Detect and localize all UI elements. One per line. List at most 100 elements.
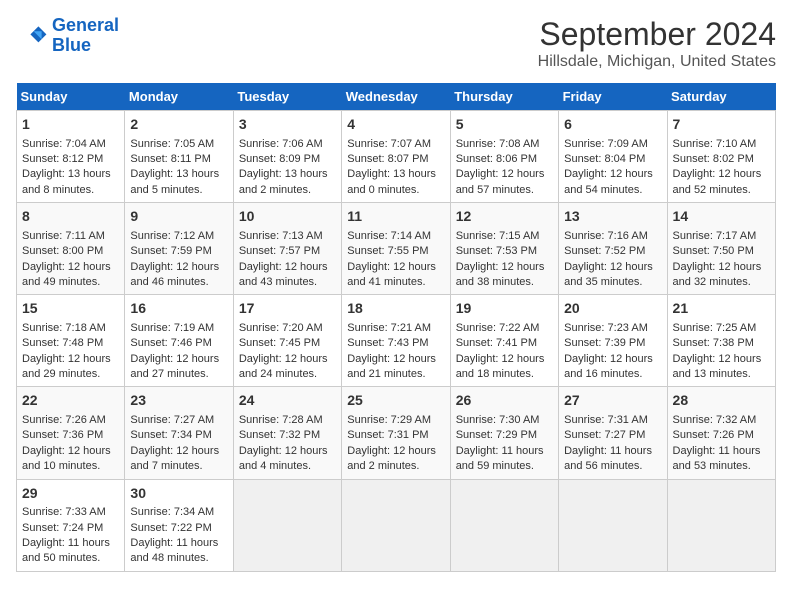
day-info-line: Sunset: 7:41 PM bbox=[456, 336, 553, 351]
calendar-cell bbox=[559, 479, 667, 571]
day-info-line: and 49 minutes. bbox=[22, 275, 119, 290]
day-info-line: Daylight: 11 hours bbox=[456, 444, 553, 459]
day-info-line: Daylight: 12 hours bbox=[564, 167, 661, 182]
calendar-cell: 3Sunrise: 7:06 AMSunset: 8:09 PMDaylight… bbox=[233, 111, 341, 203]
day-number: 2 bbox=[130, 115, 227, 135]
day-info-line: Daylight: 12 hours bbox=[130, 260, 227, 275]
day-number: 28 bbox=[673, 391, 770, 411]
day-info-line: Daylight: 12 hours bbox=[456, 352, 553, 367]
calendar-cell: 19 Sunrise: 7:22 AMSunset: 7:41 PMDayligh… bbox=[450, 295, 558, 387]
day-info-line: Sunrise: 7:29 AM bbox=[347, 413, 444, 428]
day-number: 12 bbox=[456, 207, 553, 227]
day-info-line: Daylight: 12 hours bbox=[130, 352, 227, 367]
day-number: 6 bbox=[564, 115, 661, 135]
day-number: 19 bbox=[456, 299, 553, 319]
day-info-line: Daylight: 11 hours bbox=[130, 536, 227, 551]
day-info-line: Sunrise: 7:26 AM bbox=[22, 413, 119, 428]
calendar-cell bbox=[342, 479, 450, 571]
day-info-line: Daylight: 12 hours bbox=[456, 260, 553, 275]
day-info-line: Sunset: 7:29 PM bbox=[456, 428, 553, 443]
day-info-line: Daylight: 12 hours bbox=[22, 444, 119, 459]
day-info-line: and 41 minutes. bbox=[347, 275, 444, 290]
day-info-line: Sunset: 8:11 PM bbox=[130, 152, 227, 167]
day-info-line: Sunrise: 7:30 AM bbox=[456, 413, 553, 428]
day-number: 7 bbox=[673, 115, 770, 135]
calendar-cell: 2Sunrise: 7:05 AMSunset: 8:11 PMDaylight… bbox=[125, 111, 233, 203]
day-info-line: and 32 minutes. bbox=[673, 275, 770, 290]
day-info-line: Sunset: 7:53 PM bbox=[456, 244, 553, 259]
calendar-week-row: 22Sunrise: 7:26 AMSunset: 7:36 PMDayligh… bbox=[17, 387, 776, 479]
day-info-line: Sunset: 7:46 PM bbox=[130, 336, 227, 351]
day-info-line: and 29 minutes. bbox=[22, 367, 119, 382]
day-info-line: Sunset: 7:31 PM bbox=[347, 428, 444, 443]
day-info-line: Sunset: 7:34 PM bbox=[130, 428, 227, 443]
day-info-line: Sunrise: 7:09 AM bbox=[564, 137, 661, 152]
day-info-line: Sunrise: 7:14 AM bbox=[347, 229, 444, 244]
logo: General Blue bbox=[16, 16, 119, 56]
day-number: 5 bbox=[456, 115, 553, 135]
day-info-line: Sunrise: 7:23 AM bbox=[564, 321, 661, 336]
day-number: 1 bbox=[22, 115, 119, 135]
day-info-line: and 46 minutes. bbox=[130, 275, 227, 290]
day-number: 4 bbox=[347, 115, 444, 135]
day-info-line: Sunrise: 7:34 AM bbox=[130, 505, 227, 520]
day-info-line: and 0 minutes. bbox=[347, 183, 444, 198]
calendar-week-row: 1 Sunrise: 7:04 AMSunset: 8:12 PM Daylight… bbox=[17, 111, 776, 203]
header: General Blue September 2024 Hillsdale, M… bbox=[16, 16, 776, 71]
day-info-line: and 8 minutes. bbox=[22, 183, 119, 198]
day-info-line: Sunrise: 7:10 AM bbox=[673, 137, 770, 152]
day-info-line: Daylight: 12 hours bbox=[239, 444, 336, 459]
day-info-line: Sunrise: 7:15 AM bbox=[456, 229, 553, 244]
calendar-cell: 27Sunrise: 7:31 AMSunset: 7:27 PMDayligh… bbox=[559, 387, 667, 479]
day-header-sunday: Sunday bbox=[17, 83, 125, 111]
day-info-line: and 50 minutes. bbox=[22, 551, 119, 566]
calendar-cell: 16Sunrise: 7:19 AMSunset: 7:46 PMDayligh… bbox=[125, 295, 233, 387]
day-info-line: Daylight: 12 hours bbox=[347, 444, 444, 459]
calendar-cell: 10Sunrise: 7:13 AMSunset: 7:57 PMDayligh… bbox=[233, 203, 341, 295]
calendar-week-row: 8Sunrise: 7:11 AMSunset: 8:00 PMDaylight… bbox=[17, 203, 776, 295]
day-info-line: Sunset: 7:57 PM bbox=[239, 244, 336, 259]
day-number: 11 bbox=[347, 207, 444, 227]
day-info-line: Sunrise: 7:20 AM bbox=[239, 321, 336, 336]
calendar-week-row: 15Sunrise: 7:18 AMSunset: 7:48 PMDayligh… bbox=[17, 295, 776, 387]
day-number: 14 bbox=[673, 207, 770, 227]
day-info-line: Daylight: 12 hours bbox=[673, 167, 770, 182]
calendar-cell: 25Sunrise: 7:29 AMSunset: 7:31 PMDayligh… bbox=[342, 387, 450, 479]
day-info-line: Sunset: 7:52 PM bbox=[564, 244, 661, 259]
day-info-line: Sunset: 7:36 PM bbox=[22, 428, 119, 443]
day-number: 21 bbox=[673, 299, 770, 319]
day-info-line: Sunrise: 7:08 AM bbox=[456, 137, 553, 152]
day-info-line: and 54 minutes. bbox=[564, 183, 661, 198]
day-info-line: Sunset: 8:12 PM bbox=[22, 152, 119, 167]
day-info-line: Sunrise: 7:16 AM bbox=[564, 229, 661, 244]
calendar-cell: 4Sunrise: 7:07 AMSunset: 8:07 PMDaylight… bbox=[342, 111, 450, 203]
calendar-cell: 1Sunrise: 7:04 AMSunset: 8:12 PMDaylight… bbox=[17, 111, 125, 203]
day-number: 27 bbox=[564, 391, 661, 411]
day-info-line: Sunrise: 7:31 AM bbox=[564, 413, 661, 428]
day-info-line: Sunset: 7:32 PM bbox=[239, 428, 336, 443]
day-info-line: Daylight: 12 hours bbox=[347, 260, 444, 275]
day-number: 9 bbox=[130, 207, 227, 227]
calendar-header-row: SundayMondayTuesdayWednesdayThursdayFrid… bbox=[17, 83, 776, 111]
day-info-line: Sunrise: 7:04 AM bbox=[22, 137, 119, 152]
day-number: 29 bbox=[22, 484, 119, 504]
day-info-line: and 4 minutes. bbox=[239, 459, 336, 474]
day-info-line: Sunrise: 7:28 AM bbox=[239, 413, 336, 428]
calendar-cell: 28Sunrise: 7:32 AMSunset: 7:26 PMDayligh… bbox=[667, 387, 775, 479]
day-info-line: Sunrise: 7:22 AM bbox=[456, 321, 553, 336]
day-info-line: and 2 minutes. bbox=[239, 183, 336, 198]
day-info-line: Daylight: 11 hours bbox=[673, 444, 770, 459]
day-info-line: and 5 minutes. bbox=[130, 183, 227, 198]
day-info-line: and 38 minutes. bbox=[456, 275, 553, 290]
day-number: 30 bbox=[130, 484, 227, 504]
day-info-line: Sunrise: 7:32 AM bbox=[673, 413, 770, 428]
day-info-line: Sunset: 7:48 PM bbox=[22, 336, 119, 351]
calendar-cell: 24Sunrise: 7:28 AMSunset: 7:32 PMDayligh… bbox=[233, 387, 341, 479]
day-info-line: and 27 minutes. bbox=[130, 367, 227, 382]
day-info-line: Daylight: 12 hours bbox=[239, 352, 336, 367]
calendar-cell: 29Sunrise: 7:33 AMSunset: 7:24 PMDayligh… bbox=[17, 479, 125, 571]
day-info-line: Sunset: 7:24 PM bbox=[22, 521, 119, 536]
day-info-line: and 10 minutes. bbox=[22, 459, 119, 474]
day-info-line: Daylight: 11 hours bbox=[564, 444, 661, 459]
calendar-cell: 21Sunrise: 7:25 AMSunset: 7:38 PMDayligh… bbox=[667, 295, 775, 387]
